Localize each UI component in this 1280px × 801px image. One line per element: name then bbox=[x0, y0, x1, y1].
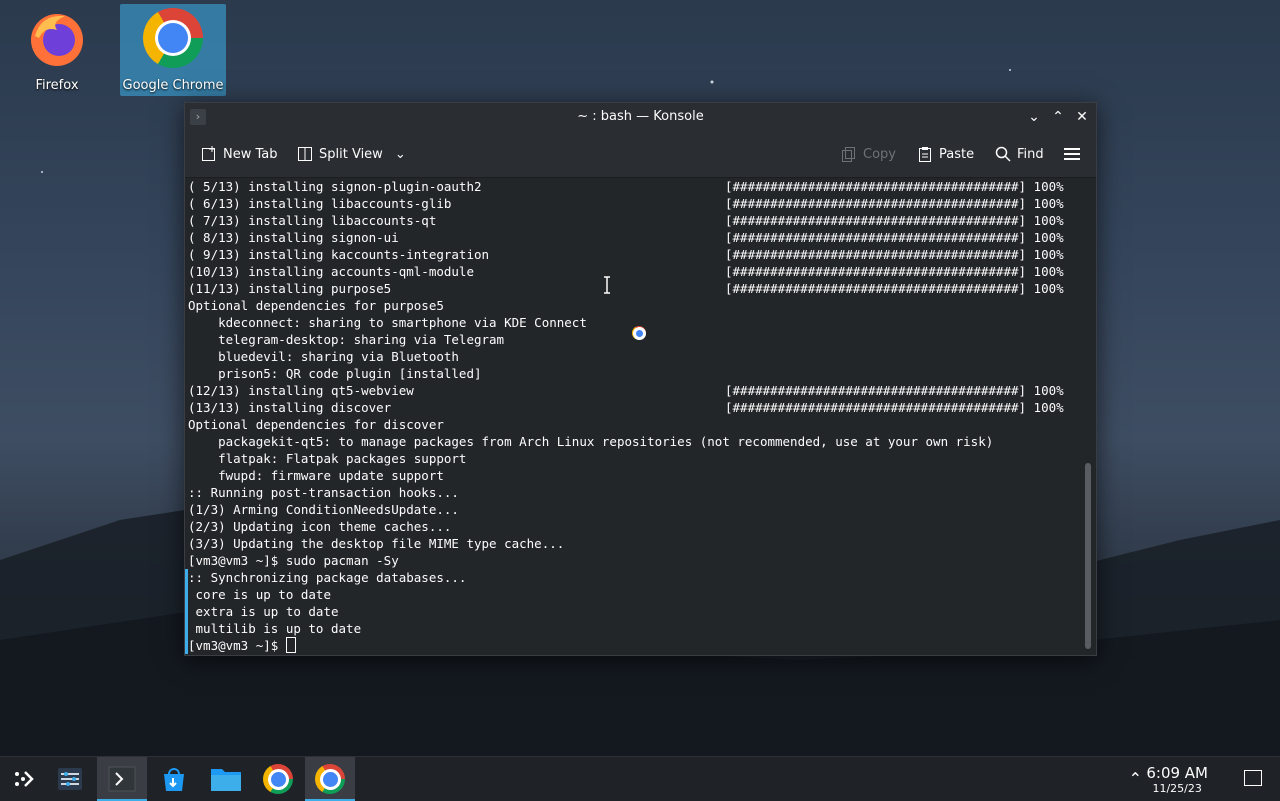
application-launcher-icon bbox=[15, 771, 34, 787]
terminal-line: ( 8/13) installing signon-ui [###########… bbox=[188, 230, 1064, 245]
terminal-line: fwupd: firmware update support bbox=[188, 468, 444, 483]
terminal-line: prison5: QR code plugin [installed] bbox=[188, 366, 482, 381]
terminal-line: Optional dependencies for purpose5 bbox=[188, 298, 444, 313]
application-launcher-button[interactable] bbox=[0, 757, 48, 801]
text-cursor bbox=[285, 637, 296, 653]
clock-time: 6:09 AM bbox=[1146, 764, 1208, 782]
chrome-icon bbox=[263, 764, 293, 794]
terminal-line: (12/13) installing qt5-webview [#########… bbox=[188, 383, 1064, 398]
terminal-line: core is up to date bbox=[185, 586, 1081, 603]
terminal-line: extra is up to date bbox=[185, 603, 1081, 620]
new-tab-button[interactable]: New Tab bbox=[201, 143, 278, 165]
terminal-line: (10/13) installing accounts-qml-module [#… bbox=[188, 264, 1064, 279]
copy-label: Copy bbox=[863, 146, 896, 162]
system-tray-expand-icon[interactable]: ⌃ bbox=[1129, 769, 1142, 788]
maximize-button[interactable]: ⌃ bbox=[1048, 107, 1068, 127]
text-cursor-pointer-icon bbox=[604, 276, 610, 294]
taskbar-file-manager[interactable] bbox=[202, 757, 250, 801]
window-titlebar[interactable]: › ~ : bash — Konsole ⌄ ⌃ ✕ bbox=[185, 103, 1096, 131]
desktop-icon-label: Google Chrome bbox=[122, 78, 224, 93]
copy-button[interactable]: Copy bbox=[841, 143, 896, 165]
terminal-line: ( 6/13) installing libaccounts-glib [####… bbox=[188, 196, 1064, 211]
paste-icon bbox=[917, 146, 933, 162]
konsole-icon bbox=[108, 766, 136, 792]
search-icon bbox=[995, 146, 1011, 162]
loading-chrome-icon bbox=[632, 326, 646, 340]
paste-label: Paste bbox=[939, 146, 975, 162]
terminal-line: (2/3) Updating icon theme caches... bbox=[188, 519, 452, 534]
desktop-icon-firefox[interactable]: Firefox bbox=[4, 4, 110, 96]
terminal-line: [vm3@vm3 ~]$ sudo pacman -Sy bbox=[188, 553, 399, 568]
terminal-line: (3/3) Updating the desktop file MIME typ… bbox=[188, 536, 565, 551]
terminal-line: bluedevil: sharing via Bluetooth bbox=[188, 349, 459, 364]
terminal-line: flatpak: Flatpak packages support bbox=[188, 451, 467, 466]
desktop-icon-label: Firefox bbox=[35, 78, 79, 93]
terminal-scrollbar[interactable] bbox=[1085, 463, 1091, 649]
discover-store-icon bbox=[164, 768, 184, 791]
terminal-output[interactable]: ( 5/13) installing signon-plugin-oauth2[… bbox=[185, 178, 1081, 654]
firefox-icon bbox=[27, 8, 87, 68]
terminal-line: packagekit-qt5: to manage packages from … bbox=[188, 434, 994, 449]
folder-icon bbox=[211, 769, 241, 791]
taskbar-system-settings[interactable] bbox=[46, 757, 94, 801]
find-label: Find bbox=[1017, 146, 1044, 162]
hamburger-menu-button[interactable] bbox=[1063, 143, 1080, 165]
close-button[interactable]: ✕ bbox=[1072, 107, 1092, 127]
split-view-label: Split View bbox=[319, 146, 383, 162]
new-tab-label: New Tab bbox=[223, 146, 278, 162]
terminal-line: :: Synchronizing package databases... bbox=[185, 569, 1081, 586]
copy-icon bbox=[841, 146, 857, 162]
chrome-icon bbox=[315, 764, 345, 794]
taskbar-google-chrome[interactable] bbox=[254, 757, 302, 801]
konsole-window: › ~ : bash — Konsole ⌄ ⌃ ✕ New Tab Split… bbox=[184, 102, 1097, 656]
chrome-icon bbox=[143, 8, 203, 68]
taskbar-google-chrome-window[interactable] bbox=[305, 757, 355, 801]
terminal-line: (11/13) installing purpose5 [############… bbox=[188, 281, 1064, 296]
clock-date: 11/25/23 bbox=[1152, 782, 1202, 795]
terminal-line: Optional dependencies for discover bbox=[188, 417, 444, 432]
chevron-down-icon[interactable]: ⌄ bbox=[395, 147, 406, 162]
new-tab-icon bbox=[201, 146, 217, 162]
paste-button[interactable]: Paste bbox=[917, 143, 974, 165]
find-button[interactable]: Find bbox=[995, 143, 1044, 165]
terminal-line: (1/3) Arming ConditionNeedsUpdate... bbox=[188, 502, 459, 517]
terminal-line: (13/13) installing discover [############… bbox=[188, 400, 1064, 415]
terminal-line: multilib is up to date bbox=[185, 620, 1081, 637]
terminal-prompt-line[interactable]: [vm3@vm3 ~]$ bbox=[185, 637, 1081, 654]
split-view-icon bbox=[297, 146, 313, 162]
digital-clock[interactable]: 6:09 AM 11/25/23 bbox=[1146, 764, 1208, 795]
taskbar-discover[interactable] bbox=[150, 757, 198, 801]
show-desktop-icon[interactable] bbox=[1244, 770, 1262, 786]
taskbar-konsole[interactable] bbox=[97, 757, 147, 801]
minimize-button[interactable]: ⌄ bbox=[1024, 107, 1044, 127]
konsole-toolbar: New Tab Split View ⌄ Copy Paste Find bbox=[185, 131, 1096, 178]
window-title: ~ : bash — Konsole bbox=[577, 109, 704, 124]
hamburger-menu-icon bbox=[1063, 146, 1080, 162]
taskbar: ⌃ 6:09 AM 11/25/23 bbox=[0, 756, 1280, 801]
terminal-line: ( 5/13) installing signon-plugin-oauth2[… bbox=[188, 179, 1064, 194]
settings-sliders-icon bbox=[58, 768, 82, 790]
terminal-line: ( 9/13) installing kaccounts-integration… bbox=[188, 247, 1064, 262]
terminal-line: :: Running post-transaction hooks... bbox=[188, 485, 459, 500]
split-view-button[interactable]: Split View ⌄ bbox=[297, 143, 406, 165]
terminal-line: ( 7/13) installing libaccounts-qt [######… bbox=[188, 213, 1064, 228]
desktop-icon-google-chrome[interactable]: Google Chrome bbox=[120, 4, 226, 96]
